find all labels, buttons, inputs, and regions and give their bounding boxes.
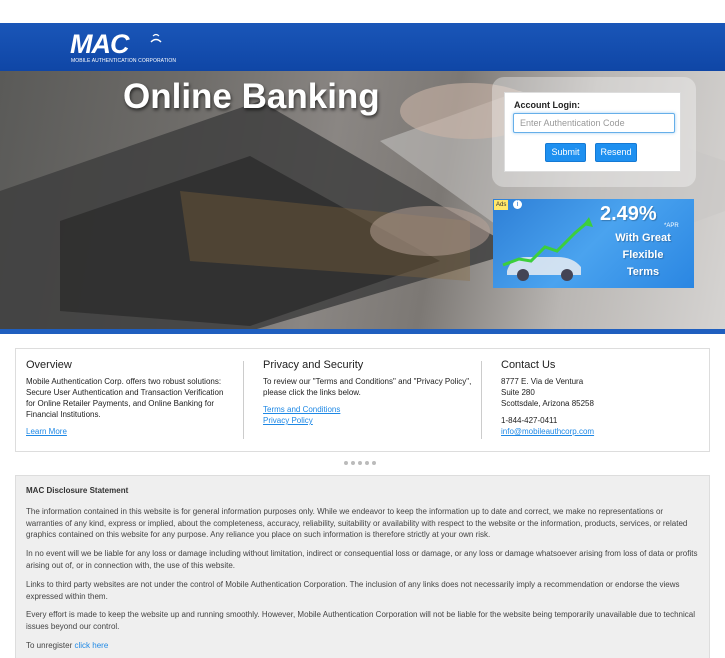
privacy-title: Privacy and Security (263, 359, 364, 371)
disclosure-paragraph: In no event will we be liable for any lo… (26, 549, 698, 570)
advertisement-banner[interactable]: Ads i 2.49% *APR With Great Flexible Ter… (493, 199, 694, 288)
submit-button[interactable]: Submit (545, 143, 586, 162)
resend-button[interactable]: Resend (595, 143, 637, 162)
logo-subtitle: MOBILE AUTHENTICATION CORPORATION (71, 58, 177, 64)
unregister-text: To unregister (26, 641, 73, 650)
disclosure-panel: MAC Disclosure Statement The information… (15, 475, 710, 658)
car-growth-graphic (502, 217, 593, 281)
unregister-link[interactable]: click here (74, 641, 108, 650)
overview-title: Overview (26, 359, 72, 371)
pager-dot[interactable] (351, 461, 355, 465)
pager-dot[interactable] (358, 461, 362, 465)
address-line-3: Scottsdale, Arizona 85258 (501, 399, 594, 408)
login-panel: Account Login: Submit Resend (504, 92, 681, 172)
column-divider (243, 361, 244, 439)
ad-line-1: With Great (615, 232, 671, 244)
ad-rate: 2.49% (600, 203, 657, 225)
unregister-line: To unregister click here (26, 640, 701, 652)
account-login-label: Account Login: (514, 100, 580, 110)
overview-text: Mobile Authentication Corp. offers two r… (26, 377, 224, 419)
disclosure-paragraph: The information contained in this websit… (26, 507, 688, 539)
column-divider (481, 361, 482, 439)
privacy-text: To review our "Terms and Conditions" and… (263, 377, 472, 397)
logo-text: MAC (70, 29, 129, 59)
privacy-policy-link[interactable]: Privacy Policy (263, 415, 478, 426)
hero-divider (0, 329, 725, 334)
address-line-2: Suite 280 (501, 388, 535, 397)
info-icon[interactable]: i (513, 200, 522, 209)
signal-icon (150, 33, 162, 43)
ad-apr: *APR (664, 223, 679, 229)
site-header: MAC MOBILE AUTHENTICATION CORPORATION (0, 23, 725, 71)
pager-dot[interactable] (372, 461, 376, 465)
carousel-pager (344, 461, 384, 467)
disclosure-paragraph: Links to third party websites are not un… (26, 580, 680, 601)
info-panel: Overview Mobile Authentication Corp. off… (15, 348, 710, 452)
ad-line-3: Terms (626, 266, 660, 278)
disclosure-paragraph: Every effort is made to keep the website… (26, 610, 695, 631)
authentication-code-input[interactable] (513, 113, 675, 133)
ads-badge: Ads (494, 200, 509, 210)
contact-title: Contact Us (501, 359, 556, 371)
address-line-1: 8777 E. Via de Ventura (501, 377, 584, 386)
page-title: Online Banking (123, 77, 380, 116)
contact-section: Contact Us 8777 E. Via de Ventura Suite … (501, 359, 701, 437)
overview-section: Overview Mobile Authentication Corp. off… (26, 359, 231, 437)
pager-dot[interactable] (365, 461, 369, 465)
contact-phone: 1-844-427-0411 (501, 416, 558, 425)
learn-more-link[interactable]: Learn More (26, 426, 231, 437)
contact-email-link[interactable]: info@mobileauthcorp.com (501, 426, 701, 437)
privacy-section: Privacy and Security To review our "Term… (263, 359, 478, 426)
pager-dot[interactable] (344, 461, 348, 465)
terms-link[interactable]: Terms and Conditions (263, 404, 478, 415)
top-margin (0, 0, 725, 23)
mac-logo[interactable]: MAC MOBILE AUTHENTICATION CORPORATION (70, 29, 190, 67)
disclosure-title: MAC Disclosure Statement (26, 486, 129, 495)
ad-line-2: Flexible (622, 249, 664, 261)
